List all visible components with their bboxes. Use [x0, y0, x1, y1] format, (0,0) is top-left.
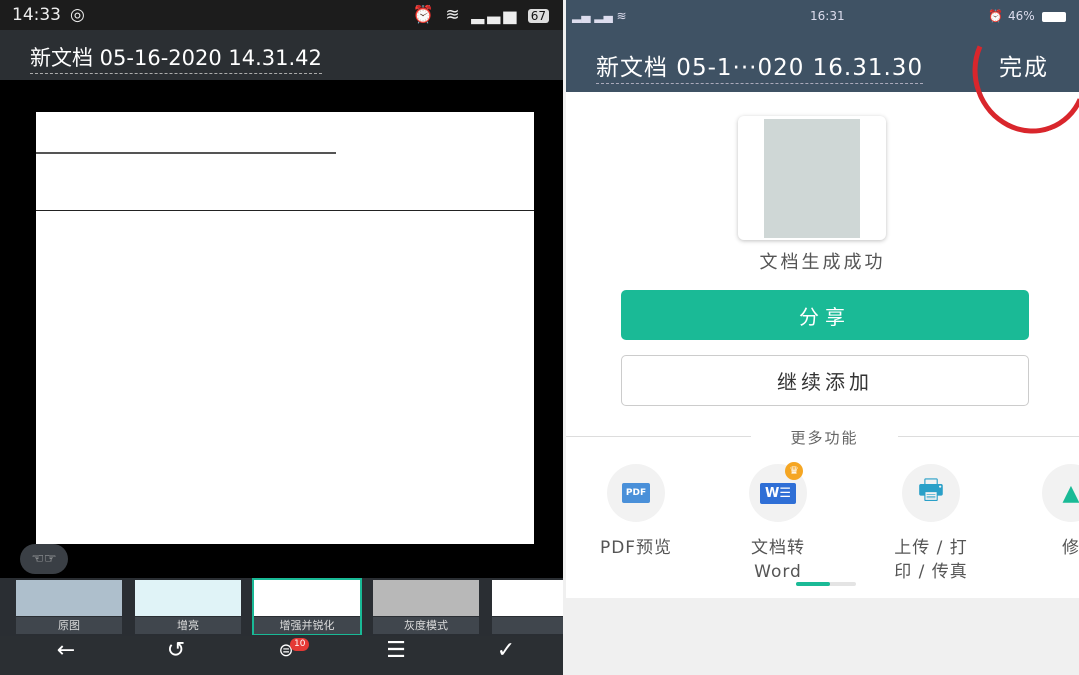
hand-icon: ☜☞	[31, 551, 57, 567]
crown-icon: ♛	[785, 462, 803, 480]
page-preview	[764, 119, 860, 238]
divider	[566, 436, 751, 437]
back-button[interactable]: ←	[36, 638, 96, 675]
signal-icon: ▂▄ ▂▄ ≋	[572, 9, 627, 23]
feature-doc-to-word[interactable]: W☰ ♛ 文档转 Word	[713, 462, 843, 584]
edit-icon: ▲	[1042, 464, 1079, 522]
pdf-icon: PDF	[607, 464, 665, 522]
filter-enhance-sharpen[interactable]: 增强并锐化	[252, 578, 362, 635]
signal-icon: ▂▃▅	[471, 5, 520, 25]
filter-label: 原图	[16, 617, 122, 634]
feature-edit[interactable]: ▲ 修	[1006, 464, 1079, 560]
document-title[interactable]: 新文档 05-16-2020 14.31.42	[30, 42, 322, 74]
ocr-button[interactable]: ⊜ 10	[256, 638, 316, 675]
feature-label-line2: Word	[754, 562, 802, 582]
right-screenshot: ▂▄ ▂▄ ≋ 16:31 ⏰ 46% 新文档 05-1···020 16.31…	[566, 0, 1079, 675]
status-time: 16:31	[810, 9, 845, 23]
check-icon: ✓	[496, 638, 516, 663]
document-preview[interactable]	[36, 112, 534, 544]
feature-pdf-preview[interactable]: PDF PDF预览	[571, 464, 701, 560]
filter-grayscale[interactable]: 灰度模式	[373, 580, 479, 634]
filter-label: 增强并锐化	[254, 617, 360, 634]
filter-strip: 原图 增亮 增强并锐化 灰度模式 黑白	[0, 578, 563, 636]
scanned-line	[36, 210, 534, 211]
sliders-icon: ☰	[386, 638, 406, 663]
left-screenshot: 14:33 ◎ ⏰ ≋ ▂▃▅ 67 新文档 05-16-2020 14.31.…	[0, 0, 563, 675]
page-indicator-active	[796, 582, 830, 586]
document-thumbnail[interactable]	[738, 116, 886, 240]
ocr-badge: 10	[290, 638, 310, 651]
more-features-heading: 更多功能	[790, 429, 859, 447]
filter-thumbnail	[254, 580, 360, 616]
rotate-icon: ↺	[166, 638, 186, 663]
wifi-icon: ≋	[445, 5, 463, 25]
filter-black-white[interactable]: 黑白	[492, 580, 563, 634]
feature-label: 文档转	[751, 538, 805, 558]
feature-label-line2: 印 / 传真	[894, 562, 968, 582]
feature-label: 修	[1062, 538, 1079, 558]
rotate-button[interactable]: ↺	[146, 638, 206, 675]
filter-thumbnail	[16, 580, 122, 616]
continue-add-button[interactable]: 继续添加	[621, 355, 1029, 406]
save-button[interactable]: ✓	[476, 638, 536, 675]
filter-label: 灰度模式	[373, 617, 479, 634]
back-arrow-icon: ←	[56, 638, 76, 663]
title-bar: 新文档 05-16-2020 14.31.42	[0, 30, 563, 80]
filter-label: 增亮	[135, 617, 241, 634]
alarm-icon: ⏰	[412, 5, 438, 25]
status-icons: ⏰ ≋ ▂▃▅ 67	[413, 5, 549, 25]
result-panel: 文档生成成功 分享 继续添加 更多功能 PDF PDF预览 W☰ ♛ 文档转 W…	[566, 92, 1079, 598]
feature-upload-print-fax[interactable]: 🖶 上传 / 打 印 / 传真	[866, 464, 996, 584]
filter-thumbnail	[135, 580, 241, 616]
status-time: 14:33	[12, 5, 61, 25]
success-message: 文档生成成功	[759, 252, 886, 273]
battery-icon: 67	[527, 9, 549, 23]
sync-icon: ◎	[70, 5, 85, 25]
gesture-button[interactable]: ☜☞	[20, 544, 68, 574]
bottom-toolbar: ← ↺ ⊜ 10 ☰ ✓	[0, 636, 563, 675]
status-bar: 14:33 ◎ ⏰ ≋ ▂▃▅ 67	[0, 0, 563, 30]
filter-brighten[interactable]: 增亮	[135, 580, 241, 634]
scanned-line	[36, 152, 336, 154]
filter-thumbnail	[373, 580, 479, 616]
document-title[interactable]: 新文档 05-1···020 16.31.30	[596, 48, 924, 84]
filter-thumbnail	[492, 580, 563, 616]
page-indicator	[796, 582, 856, 586]
filter-label: 黑白	[492, 617, 563, 634]
feature-label: PDF预览	[599, 538, 673, 558]
filter-original[interactable]: 原图	[16, 580, 122, 634]
share-button[interactable]: 分享	[621, 290, 1029, 340]
divider	[898, 436, 1079, 437]
printer-icon: 🖶	[902, 464, 960, 522]
feature-label: 上传 / 打	[894, 538, 968, 558]
word-icon: W☰ ♛	[749, 462, 807, 522]
adjust-button[interactable]: ☰	[366, 638, 426, 675]
